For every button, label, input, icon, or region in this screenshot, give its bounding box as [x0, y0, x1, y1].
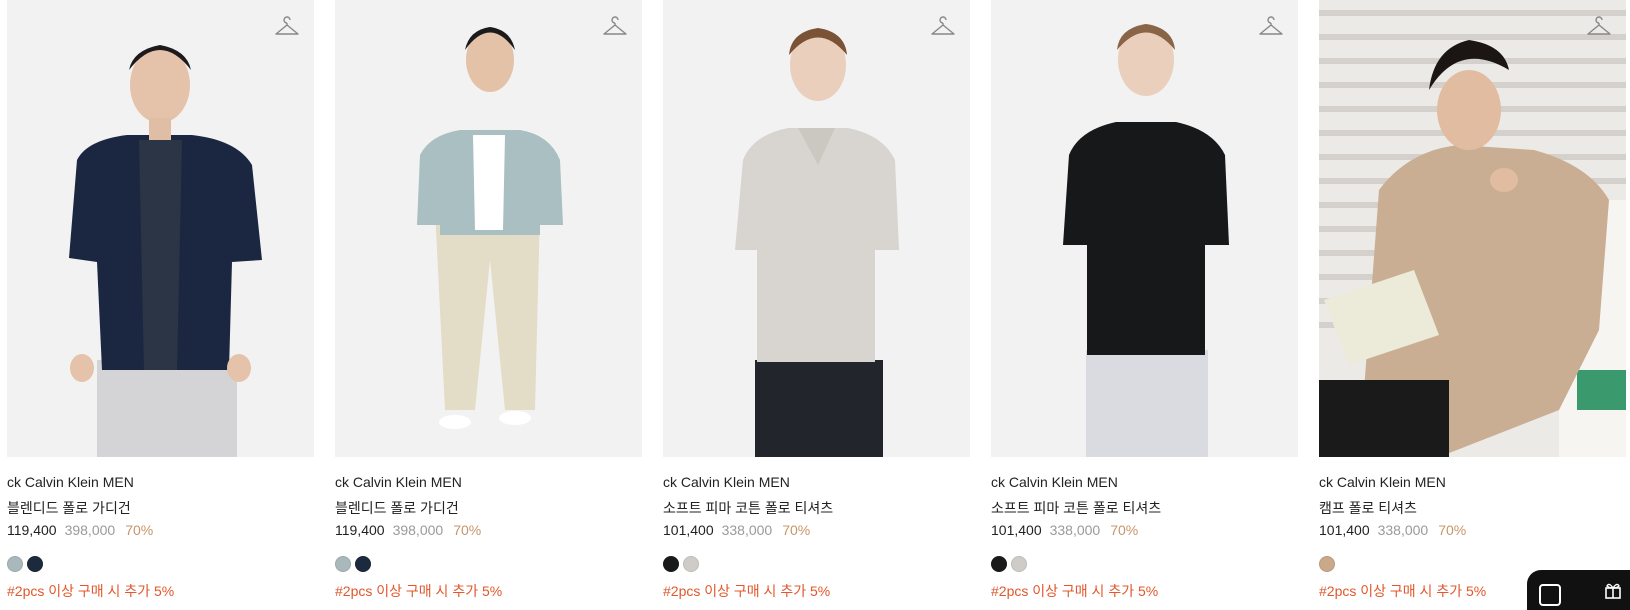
product-card[interactable]: ck Calvin Klein MEN 블렌디드 폴로 가디건 119,400 3… [335, 0, 642, 599]
hanger-icon[interactable] [1258, 16, 1284, 38]
product-prices: 119,400 398,000 70% [335, 522, 481, 538]
discount-rate: 70% [1438, 522, 1467, 538]
discount-rate: 70% [1110, 522, 1139, 538]
original-price: 398,000 [64, 522, 116, 538]
color-swatch[interactable] [335, 556, 351, 572]
product-photo [1319, 0, 1626, 457]
sale-price: 101,400 [663, 522, 714, 538]
product-prices: 101,400 338,000 70% [991, 522, 1138, 538]
color-swatches [663, 556, 699, 572]
original-price: 338,000 [721, 522, 773, 538]
product-brand[interactable]: ck Calvin Klein MEN [991, 474, 1118, 490]
discount-rate: 70% [782, 522, 811, 538]
product-card[interactable]: ck Calvin Klein MEN 소프트 피마 코튼 폴로 티셔츠 101… [663, 0, 970, 599]
product-name[interactable]: 소프트 피마 코튼 폴로 티셔츠 [663, 498, 833, 518]
discount-rate: 70% [125, 522, 154, 538]
color-swatches [1319, 556, 1335, 572]
product-image[interactable] [1319, 0, 1626, 457]
product-image[interactable] [335, 0, 642, 457]
original-price: 338,000 [1377, 522, 1429, 538]
promo-text: #2pcs 이상 구매 시 추가 5% [1319, 583, 1487, 599]
hanger-icon[interactable] [274, 16, 300, 38]
floating-action-bar [1527, 570, 1630, 610]
product-card[interactable]: ck Calvin Klein MEN 블렌디드 폴로 가디건 119,400 3… [7, 0, 314, 599]
promo-text: #2pcs 이상 구매 시 추가 5% [663, 583, 831, 599]
color-swatch[interactable] [7, 556, 23, 572]
color-swatch[interactable] [27, 556, 43, 572]
promo-text: #2pcs 이상 구매 시 추가 5% [7, 583, 175, 599]
add-icon[interactable] [1539, 584, 1561, 606]
product-card[interactable]: ck Calvin Klein MEN 소프트 피마 코튼 폴로 티셔츠 101… [991, 0, 1298, 599]
product-name[interactable]: 캠프 폴로 티셔츠 [1319, 498, 1417, 518]
product-card[interactable]: ck Calvin Klein MEN 캠프 폴로 티셔츠 101,400 338… [1319, 0, 1626, 599]
discount-rate: 70% [453, 522, 482, 538]
product-prices: 101,400 338,000 70% [663, 522, 810, 538]
color-swatch[interactable] [683, 556, 699, 572]
product-name[interactable]: 블렌디드 폴로 가디건 [335, 498, 459, 518]
product-prices: 101,400 338,000 70% [1319, 522, 1466, 538]
sale-price: 101,400 [991, 522, 1042, 538]
product-photo [335, 0, 642, 457]
gift-icon[interactable] [1603, 580, 1623, 600]
original-price: 338,000 [1049, 522, 1101, 538]
product-brand[interactable]: ck Calvin Klein MEN [1319, 474, 1446, 490]
product-image[interactable] [991, 0, 1298, 457]
product-brand[interactable]: ck Calvin Klein MEN [335, 474, 462, 490]
color-swatches [335, 556, 371, 572]
original-price: 398,000 [392, 522, 444, 538]
product-brand[interactable]: ck Calvin Klein MEN [663, 474, 790, 490]
color-swatches [991, 556, 1027, 572]
product-image[interactable] [7, 0, 314, 457]
product-prices: 119,400 398,000 70% [7, 522, 153, 538]
promo-text: #2pcs 이상 구매 시 추가 5% [335, 583, 503, 599]
product-photo [991, 0, 1298, 457]
product-name[interactable]: 소프트 피마 코튼 폴로 티셔츠 [991, 498, 1161, 518]
sale-price: 119,400 [335, 522, 385, 538]
promo-text: #2pcs 이상 구매 시 추가 5% [991, 583, 1159, 599]
color-swatch[interactable] [663, 556, 679, 572]
sale-price: 119,400 [7, 522, 57, 538]
product-image[interactable] [663, 0, 970, 457]
product-grid: ck Calvin Klein MEN 블렌디드 폴로 가디건 119,400 3… [7, 0, 1627, 599]
color-swatch[interactable] [355, 556, 371, 572]
product-photo [663, 0, 970, 457]
sale-price: 101,400 [1319, 522, 1370, 538]
product-photo [7, 0, 314, 457]
color-swatch[interactable] [1011, 556, 1027, 572]
product-brand[interactable]: ck Calvin Klein MEN [7, 474, 134, 490]
hanger-icon[interactable] [1586, 16, 1612, 38]
hanger-icon[interactable] [602, 16, 628, 38]
color-swatch[interactable] [991, 556, 1007, 572]
product-name[interactable]: 블렌디드 폴로 가디건 [7, 498, 131, 518]
hanger-icon[interactable] [930, 16, 956, 38]
color-swatch[interactable] [1319, 556, 1335, 572]
color-swatches [7, 556, 43, 572]
